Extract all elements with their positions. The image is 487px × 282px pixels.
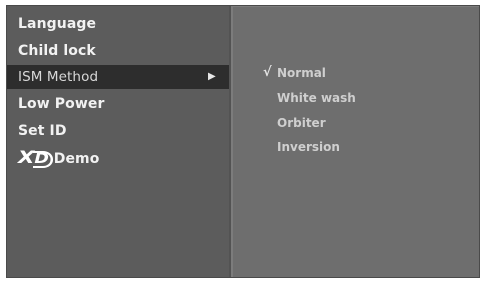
submenu-item-inversion[interactable]: Inversion xyxy=(277,136,340,158)
menu-item-set-id[interactable]: Set ID xyxy=(7,119,229,143)
menu-item-label: Low Power xyxy=(18,96,105,112)
menu-item-low-power[interactable]: Low Power xyxy=(7,92,229,116)
menu-item-label: Demo xyxy=(53,151,100,167)
submenu-item-label: Inversion xyxy=(277,140,340,154)
submenu-item-label: White wash xyxy=(277,91,356,105)
submenu-item-label: Normal xyxy=(277,66,326,80)
checkmark-icon: √ xyxy=(263,65,272,80)
menu-item-label: ISM Method xyxy=(18,69,99,85)
menu-item-label: Set ID xyxy=(18,123,67,139)
submenu-item-normal[interactable]: √ Normal xyxy=(263,62,326,84)
right-triangle-icon: ▶ xyxy=(208,71,216,82)
xd-logo-icon: XD xyxy=(18,146,53,170)
menu-item-language[interactable]: Language xyxy=(7,12,229,36)
submenu-panel: √ Normal White wash Orbiter Inversion xyxy=(231,6,479,277)
menu-item-label: Language xyxy=(18,16,97,32)
submenu-item-orbiter[interactable]: Orbiter xyxy=(277,112,326,134)
osd-menu-screen: Language Child lock ISM Method ▶ Low Pow… xyxy=(6,5,480,278)
menu-item-ism-method[interactable]: ISM Method ▶ xyxy=(7,65,229,89)
menu-item-child-lock[interactable]: Child lock xyxy=(7,39,229,63)
menu-item-demo[interactable]: X D Demo xyxy=(7,146,229,170)
main-menu-panel: Language Child lock ISM Method ▶ Low Pow… xyxy=(7,6,231,277)
submenu-item-white-wash[interactable]: White wash xyxy=(277,87,356,109)
submenu-item-label: Orbiter xyxy=(277,116,326,130)
menu-item-label: Child lock xyxy=(18,43,96,59)
